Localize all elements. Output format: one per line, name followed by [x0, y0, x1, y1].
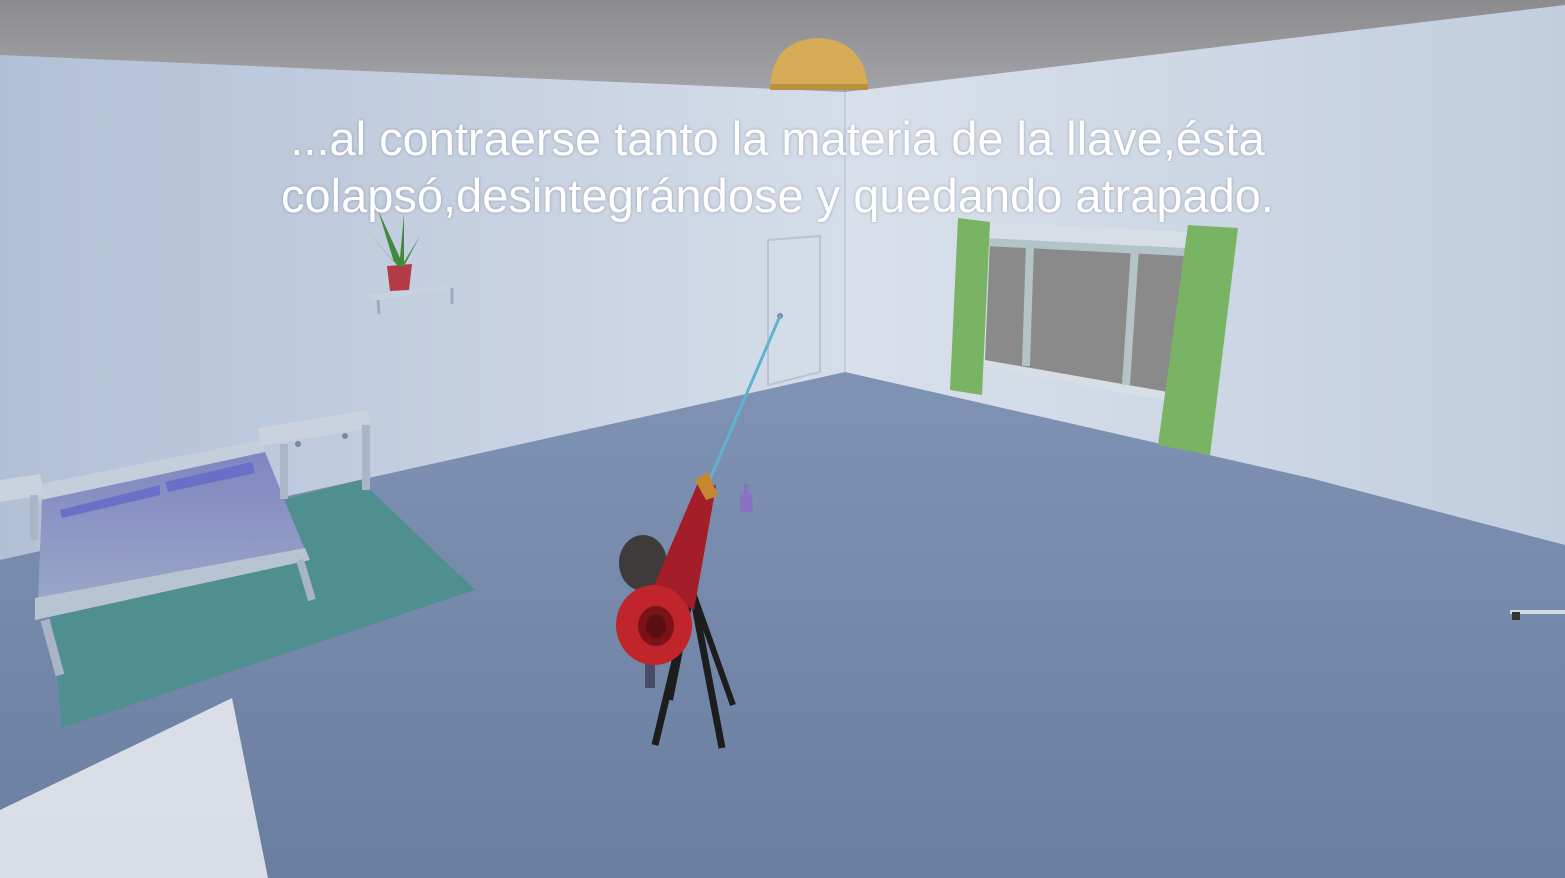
subtitle-line-2: colapsó,desintegrándose y quedando atrap… [281, 169, 1274, 222]
subtitle-line-1: ...al contraerse tanto la materia de la … [290, 112, 1265, 165]
dialogue-subtitle: ...al contraerse tanto la materia de la … [160, 110, 1395, 224]
door [767, 234, 821, 387]
